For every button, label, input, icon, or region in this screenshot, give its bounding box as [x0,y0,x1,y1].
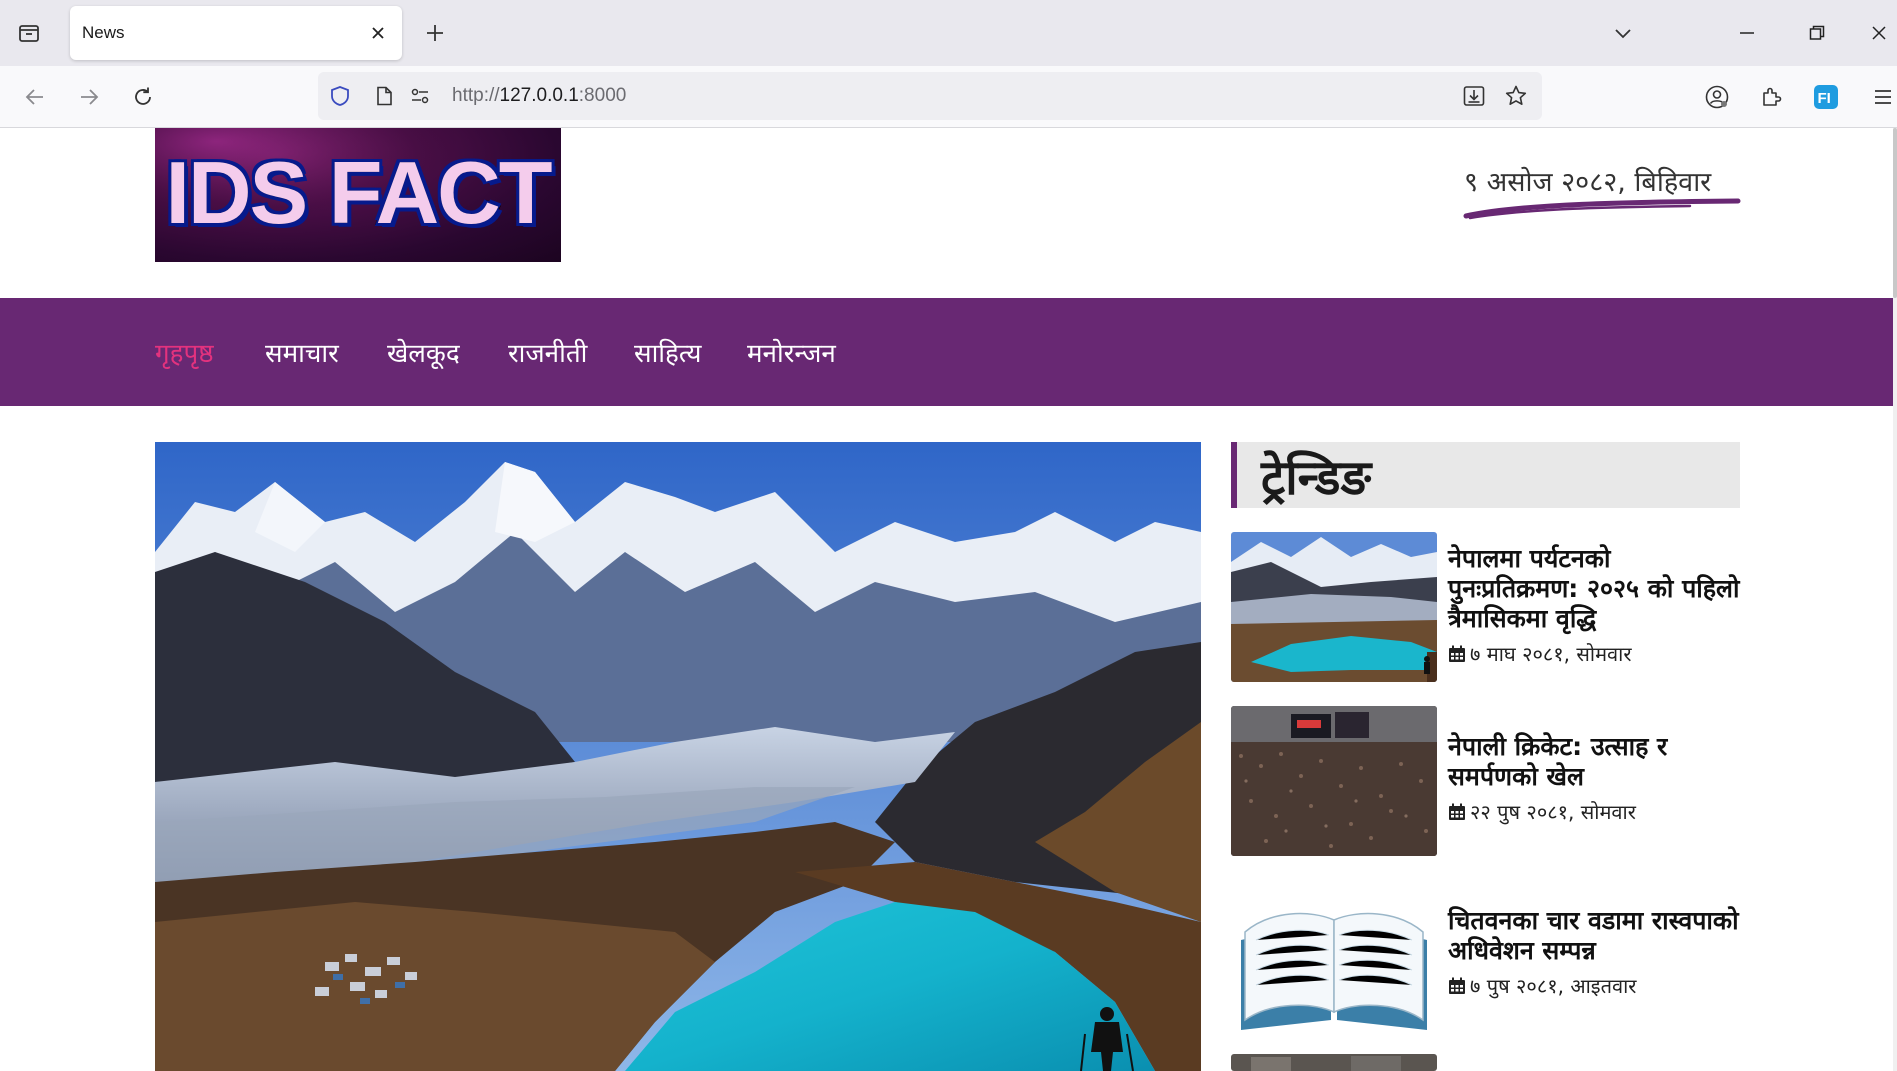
trending-card[interactable]: चितवनका चार वडामा रास्वपाको अधिवेशन सम्प… [1231,880,1740,1030]
card-title[interactable]: चितवनका चार वडामा रास्वपाको अधिवेशन सम्प… [1448,906,1748,966]
site-logo[interactable]: IDS FACT [155,128,561,262]
scrollbar-thumb[interactable] [1893,128,1897,298]
cricket-crowd-thumb [1231,706,1437,856]
extensions-icon[interactable] [1754,80,1788,114]
card-thumbnail[interactable] [1231,532,1437,682]
minimize-icon[interactable] [1722,14,1772,52]
page-icon[interactable] [372,84,396,108]
card-thumbnail[interactable] [1231,706,1437,856]
nav-item-home[interactable]: गृहपृष्ठ [155,334,214,370]
trending-card[interactable]: नेपालमा पर्यटनको पुनःप्रतिक्रमण: २०२५ को… [1231,532,1740,682]
web-page: IDS FACT ९ असोज २०८२, बिहिवार गृहपृष्ठ स… [0,128,1897,1071]
card-date: ७ माघ २०८१, सोमवार [1448,640,1632,667]
card-date-text: २२ पुष २०८१, सोमवार [1470,800,1636,824]
url-bar[interactable]: http://127.0.0.1:8000 [318,72,1542,120]
open-book-thumb [1231,880,1437,1030]
calendar-icon [1449,645,1465,662]
nav-item-politics[interactable]: राजनीती [508,334,587,370]
url-port: :8000 [578,85,627,106]
permissions-icon[interactable] [408,84,432,108]
card-date-text: ७ पुष २०८१, आइतवार [1470,974,1637,998]
card-date: ७ पुष २०८१, आइतवार [1448,972,1637,999]
svg-text:FI: FI [1818,90,1831,107]
tab-list-icon[interactable] [14,18,44,48]
nav-item-literature[interactable]: साहित्य [634,334,701,370]
trending-title: ट्रेन्डिङ [1261,450,1372,506]
download-icon[interactable] [1462,84,1486,108]
logo-text: IDS FACT [164,141,555,244]
calendar-icon [1449,803,1465,820]
forward-icon[interactable] [72,80,106,114]
partial-thumb [1231,1054,1437,1071]
card-date: २२ पुष २०८१, सोमवार [1448,798,1636,825]
restore-icon[interactable] [1792,14,1842,52]
header-date: ९ असोज २०८२, बिहिवार [1460,162,1750,222]
menu-icon[interactable] [1869,80,1897,114]
extension-fi-icon[interactable]: FI [1809,80,1843,114]
nav-item-entertainment[interactable]: मनोरन्जन [747,334,836,370]
calendar-icon [1449,977,1465,994]
mountain-lake-thumb [1231,532,1437,682]
card-thumbnail[interactable] [1231,880,1437,1030]
close-window-icon[interactable] [1860,14,1897,52]
nav-item-news[interactable]: समाचार [265,334,339,370]
nav-item-sports[interactable]: खेलकूद [387,334,460,370]
mountain-lake-image [155,442,1201,1071]
date-text: ९ असोज २०८२, बिहिवार [1464,167,1712,198]
browser-tab[interactable]: News [70,6,402,60]
tab-title: News [82,23,125,42]
trending-card[interactable]: नेपाली क्रिकेट: उत्साह र समर्पणको खेल २२… [1231,706,1740,856]
shield-icon[interactable] [328,84,352,108]
hero-image[interactable] [155,442,1201,1071]
reload-icon[interactable] [126,80,160,114]
chevron-down-icon[interactable] [1608,18,1638,48]
url-text[interactable]: http://127.0.0.1:8000 [452,85,626,107]
card-date-text: ७ माघ २०८१, सोमवार [1470,642,1632,666]
browser-tab-bar: News [0,0,1897,66]
trending-card[interactable] [1231,1054,1740,1071]
card-thumbnail[interactable] [1231,1054,1437,1071]
url-scheme: http:// [452,85,500,106]
plus-icon[interactable] [420,18,450,48]
browser-toolbar: http://127.0.0.1:8000 FI [0,66,1897,128]
back-icon[interactable] [18,80,52,114]
url-host: 127.0.0.1 [499,85,579,106]
page-scrollbar[interactable] [1893,128,1897,1071]
trending-heading: ट्रेन्डिङ [1231,442,1740,508]
close-icon[interactable] [364,19,392,47]
date-underline-decoration [1463,198,1741,220]
main-navigation: गृहपृष्ठ समाचार खेलकूद राजनीती साहित्य म… [0,298,1893,406]
account-icon[interactable] [1700,80,1734,114]
card-title[interactable]: नेपाली क्रिकेट: उत्साह र समर्पणको खेल [1448,732,1748,792]
star-icon[interactable] [1504,84,1528,108]
card-title[interactable]: नेपालमा पर्यटनको पुनःप्रतिक्रमण: २०२५ को… [1448,544,1748,634]
